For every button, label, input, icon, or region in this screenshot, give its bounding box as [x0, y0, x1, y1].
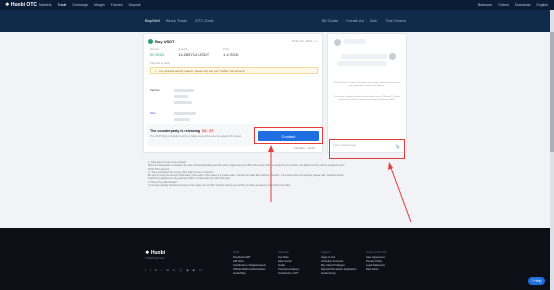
chat-input-placeholder: Input or upload image: [333, 144, 357, 147]
footer-link[interactable]: Huobi Blog: [233, 272, 266, 276]
merchant-avatar: [334, 39, 341, 46]
otc-subnav: Buy/Sell Block Trade OTC Desk $5 Guide C…: [0, 10, 554, 32]
nav-orders[interactable]: Orders: [498, 3, 509, 7]
faq-answer: Be sure to verify the account informatio…: [148, 174, 344, 181]
footer-col-heading: Services: [278, 250, 289, 254]
tab-fiat-orders[interactable]: Fiat Orders: [386, 18, 406, 23]
chat-system-note-top: The Merchant is verified. To protect you…: [333, 82, 401, 87]
tab-create-ad[interactable]: Create Ad: [346, 18, 364, 23]
instagram-icon[interactable]: ◯: [179, 268, 182, 272]
footer-logo[interactable]: ❖ Huobi: [145, 250, 165, 256]
tab-block-trade[interactable]: Block Trade: [166, 18, 187, 23]
footer-col-services: Services Fee Rate Help Center Guide Cont…: [278, 250, 299, 276]
order-actions: Complaint Cancel: [294, 147, 315, 150]
footer-col-heading: Terms of Service: [366, 250, 387, 254]
footer: [0, 228, 554, 290]
quantity-value: 14.285714 USDT: [178, 52, 210, 57]
faq-answer: If you have already transferred money to…: [148, 184, 291, 188]
nav-deposit[interactable]: Deposit: [129, 3, 141, 7]
help-button[interactable]: ? Help: [528, 277, 545, 285]
youtube-icon[interactable]: ▶: [193, 268, 195, 272]
security-warning: ⚠ For personal security reasons, please o…: [150, 67, 318, 74]
usdt-coin-icon: [148, 39, 153, 44]
linkedin-icon[interactable]: in: [199, 268, 201, 272]
faq-section: 1. What does it mean to be verified? Whe…: [148, 161, 348, 187]
footer-copyright: © 2019 huobi.com: [145, 257, 165, 260]
release-title-text: The counterparty is releasing: [150, 129, 201, 133]
price-label: Price: [223, 48, 230, 51]
payment-method-paynow[interactable]: PayNow: [150, 89, 160, 92]
nav-trade[interactable]: Trade: [57, 3, 66, 7]
redacted-detail: [174, 95, 188, 98]
facebook-icon[interactable]: f: [145, 268, 146, 272]
cancel-link[interactable]: Cancel: [307, 147, 314, 150]
tab-guide[interactable]: $5 Guide: [322, 18, 338, 23]
nav-download[interactable]: Download: [515, 3, 531, 7]
footer-link[interactable]: Introduction of PT: [278, 272, 299, 276]
footer-link[interactable]: Risk Notes: [366, 268, 387, 272]
footer-col-terms: Terms of Service User Agreement Privacy …: [366, 250, 387, 272]
payment-label: Payment to seller: [150, 62, 171, 65]
chat-panel: [327, 33, 407, 153]
contact-button[interactable]: Contact: [258, 131, 319, 141]
redacted-detail: [174, 112, 196, 115]
amount-label: Amount: [150, 48, 159, 51]
nav-margin[interactable]: Margin: [94, 3, 105, 7]
scrollbar-thumb[interactable]: [550, 32, 554, 152]
warning-text: For personal security reasons, please on…: [159, 70, 245, 73]
user-avatar: [389, 53, 396, 60]
quantity-label: Quantity: [178, 48, 188, 51]
top-navbar: ❖ Huobi OTC Markets Trade Exchange Margi…: [0, 0, 554, 10]
nav-balances[interactable]: Balances: [478, 3, 492, 7]
medium-icon[interactable]: M: [166, 268, 169, 272]
release-title: The counterparty is releasing 04 : 27: [150, 129, 215, 133]
order-title: Buy USDT: [155, 39, 175, 44]
complaint-link[interactable]: Complaint: [294, 147, 305, 150]
release-timer: 04 : 27: [201, 129, 215, 133]
footer-col-tools: Tools Download APP API Docs Introduction…: [233, 250, 266, 276]
nav-language[interactable]: English: [537, 3, 548, 7]
amount-value: 20 SGD: [150, 52, 165, 57]
nav-markets[interactable]: Markets: [39, 3, 51, 7]
chat-input[interactable]: Input or upload image 📎: [333, 144, 401, 151]
tab-buy-sell[interactable]: Buy/Sell: [145, 18, 160, 23]
nav-futures[interactable]: Futures: [111, 3, 123, 7]
twitter-icon[interactable]: t: [150, 268, 151, 272]
redacted-detail: [174, 101, 192, 104]
chat-system-note-bottom: Your order is being released, please mak…: [334, 96, 400, 101]
footer-col-heading: Support: [321, 250, 331, 254]
footer-col-heading: Tools: [233, 250, 240, 254]
chat-message: [337, 61, 387, 66]
tab-otc-desk[interactable]: OTC Desk: [195, 18, 214, 23]
price-value: 1.4 SGD: [223, 52, 239, 57]
social-links: f t ➤ r M w ◯ ◉ ▶ in: [145, 268, 202, 272]
payment-method-wise[interactable]: Wise: [150, 112, 156, 115]
telegram-icon[interactable]: ➤: [155, 268, 158, 272]
redacted-detail: [174, 89, 194, 92]
tab-ads[interactable]: Ads: [370, 18, 377, 23]
release-subtitle: The USDT that you bought is arriving. Wa…: [150, 135, 242, 138]
footer-link[interactable]: Huobi Group: [321, 272, 356, 276]
chat-message: [341, 54, 387, 59]
chat-message: [344, 39, 366, 44]
warning-icon: ⚠: [155, 70, 158, 73]
release-status-box: The counterparty is releasing 04 : 27 Th…: [147, 124, 255, 146]
order-number: Order No. 4012 • • •: [291, 39, 318, 43]
wechat-icon[interactable]: ◉: [186, 268, 189, 272]
huobi-otc-logo[interactable]: ❖ Huobi OTC: [5, 2, 39, 8]
footer-col-support: Support Apply to List Institution Accoun…: [321, 250, 356, 276]
redacted-detail: [174, 118, 190, 121]
faq-answer: When the transaction is initiated, the s…: [148, 164, 345, 171]
reddit-icon[interactable]: r: [161, 268, 162, 272]
weibo-icon[interactable]: w: [173, 268, 175, 272]
nav-exchange[interactable]: Exchange: [72, 3, 88, 7]
paperclip-icon[interactable]: 📎: [395, 144, 400, 149]
